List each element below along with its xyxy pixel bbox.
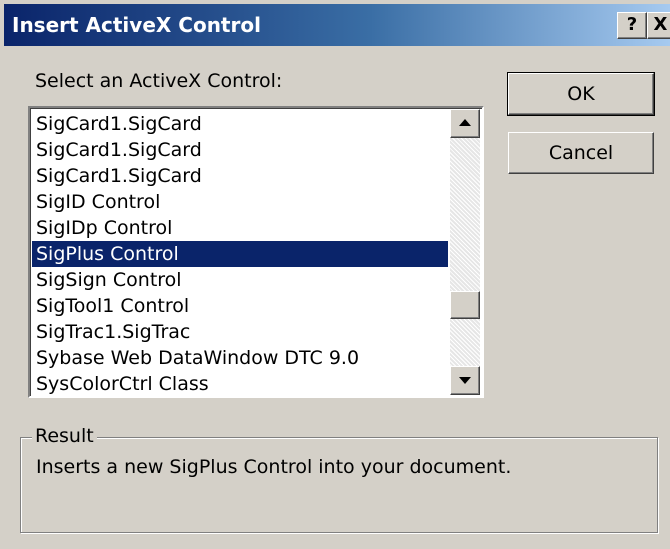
list-item[interactable]: SigSign Control bbox=[32, 267, 448, 293]
list-item[interactable]: SigCard1.SigCard bbox=[32, 163, 448, 189]
arrow-down-icon bbox=[459, 377, 471, 384]
arrow-up-icon bbox=[459, 119, 471, 126]
help-button[interactable]: ? bbox=[617, 12, 647, 39]
dialog-title: Insert ActiveX Control bbox=[12, 13, 261, 37]
scroll-thumb[interactable] bbox=[450, 291, 480, 319]
title-bar: Insert ActiveX Control ? X bbox=[4, 4, 670, 46]
result-group bbox=[20, 437, 658, 533]
result-group-label: Result bbox=[32, 425, 97, 447]
scroll-up-button[interactable] bbox=[450, 109, 480, 138]
scroll-down-button[interactable] bbox=[450, 366, 480, 395]
list-item[interactable]: SigIDp Control bbox=[32, 215, 448, 241]
cancel-button[interactable]: Cancel bbox=[508, 132, 654, 174]
list-item[interactable]: SigCard1.SigCard bbox=[32, 111, 448, 137]
list-item[interactable]: SigCard1.SigCard bbox=[32, 137, 448, 163]
close-button[interactable]: X bbox=[647, 12, 670, 39]
list-scrollbar[interactable] bbox=[450, 109, 480, 395]
ok-button[interactable]: OK bbox=[507, 72, 655, 116]
list-item[interactable]: SigTrac1.SigTrac bbox=[32, 319, 448, 345]
result-description: Inserts a new SigPlus Control into your … bbox=[36, 456, 512, 478]
insert-activex-dialog: Insert ActiveX Control ? X Select an Act… bbox=[0, 0, 670, 549]
select-control-label: Select an ActiveX Control: bbox=[35, 70, 283, 92]
list-item[interactable]: Sybase Web DataWindow DTC 9.0 bbox=[32, 345, 448, 371]
list-item[interactable]: SigTool1 Control bbox=[32, 293, 448, 319]
list-item-selected[interactable]: SigPlus Control bbox=[32, 241, 448, 267]
list-item[interactable]: SysColorCtrl Class bbox=[32, 371, 448, 397]
activex-control-listbox[interactable]: SigCard1.SigCard SigCard1.SigCard SigCar… bbox=[28, 106, 484, 398]
list-item[interactable]: SigID Control bbox=[32, 189, 448, 215]
list-items: SigCard1.SigCard SigCard1.SigCard SigCar… bbox=[32, 111, 448, 397]
